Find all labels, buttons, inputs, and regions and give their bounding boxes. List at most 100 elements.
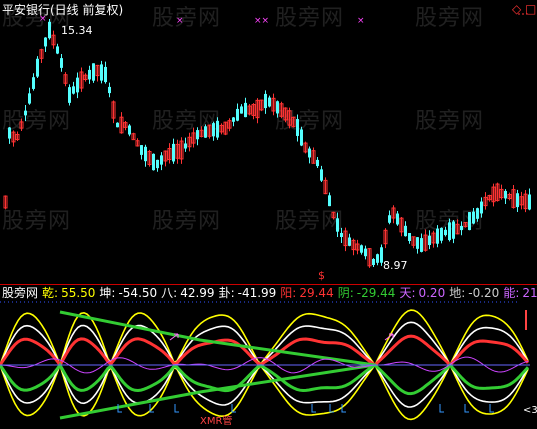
indicator-value-ba: 42.99	[180, 286, 215, 300]
indicator-label-di: 地:	[449, 286, 466, 300]
candle-body	[348, 237, 351, 246]
candle-body	[160, 155, 163, 165]
l-marker	[489, 404, 494, 413]
kun-line	[0, 362, 529, 421]
candle-body	[480, 201, 483, 214]
candle-body	[232, 117, 235, 122]
indicator-name: 股旁网	[2, 286, 39, 300]
candle-body	[264, 93, 267, 109]
candle-body	[48, 21, 51, 39]
chart-window[interactable]: 股旁网 股旁网 股旁网 股旁网 股旁网 股旁网 股旁网 股旁网 股旁网 股旁网 …	[0, 0, 537, 428]
candle-body	[156, 159, 159, 169]
indicator-label-ba: 八:	[161, 286, 178, 300]
candle-body	[320, 169, 323, 181]
candle-body	[528, 194, 531, 210]
candle-body	[108, 86, 111, 94]
indicator-label-neng: 能:	[503, 286, 520, 300]
candle-body	[308, 148, 311, 158]
candle-body	[88, 69, 91, 80]
l-marker	[311, 404, 316, 413]
qian-line	[0, 309, 529, 368]
candle-body	[436, 228, 439, 244]
indicator-value-yin: -29.44	[356, 286, 396, 300]
candle-body	[444, 229, 447, 236]
price-chart[interactable]	[0, 0, 537, 285]
candle-body	[328, 195, 331, 207]
candle-body	[476, 208, 479, 219]
candle-body	[68, 87, 71, 103]
candle-body	[60, 58, 63, 68]
scale-bar	[525, 310, 527, 330]
indicator-chart[interactable]	[0, 300, 537, 428]
stock-title: 平安银行(日线 前复权)	[2, 3, 124, 17]
candle-body	[276, 101, 279, 114]
candle-body	[236, 108, 239, 121]
indicator-bottom-label: XMR管	[200, 416, 233, 427]
candle-body	[24, 110, 27, 116]
candle-body	[144, 146, 147, 162]
indicator-label-tian: 天:	[399, 286, 416, 300]
diamond-icon[interactable]: ◇	[512, 2, 521, 16]
candle-body	[244, 102, 247, 118]
indicator-label-gua: 卦:	[218, 286, 235, 300]
high-price-label: 15.34	[61, 24, 93, 37]
candle-body	[448, 222, 451, 241]
candle-body	[440, 227, 443, 241]
candle-body	[128, 125, 131, 135]
candle-body	[396, 213, 399, 225]
candle-body	[196, 130, 199, 140]
candle-body	[28, 93, 31, 104]
candle-body	[152, 153, 155, 171]
candle-body	[296, 119, 299, 136]
indicator-value-yang: 29.44	[299, 286, 334, 300]
l-marker	[439, 404, 444, 413]
candle-body	[240, 106, 243, 114]
candle-body	[472, 211, 475, 224]
candle-body	[268, 97, 271, 107]
indicator-header: 股旁网 乾: 55.50 坤: -54.50 八: 42.99 卦: -41.9…	[2, 286, 537, 300]
candle-body	[100, 64, 103, 81]
candle-body	[340, 232, 343, 238]
candle-body	[172, 143, 175, 162]
candle-body	[468, 212, 471, 231]
candle-body	[72, 86, 75, 94]
candle-body	[516, 193, 519, 208]
candle-body	[212, 123, 215, 137]
candle-body	[184, 143, 187, 149]
candle-body	[8, 127, 11, 139]
candle-body	[104, 66, 107, 83]
candle-body	[360, 245, 363, 253]
candle-body	[336, 218, 339, 232]
indicator-value-gua: -41.99	[237, 286, 277, 300]
indicator-label-yin: 阴:	[337, 286, 354, 300]
candle-body	[416, 237, 419, 249]
scroll-indicator[interactable]: <3	[523, 404, 537, 418]
candle-body	[404, 225, 407, 237]
candle-body	[428, 235, 431, 246]
candle-body	[376, 254, 379, 263]
event-mark: ×	[39, 14, 47, 24]
panel-divider	[0, 284, 537, 285]
candle-body	[460, 225, 463, 231]
indicator-label-kun: 坤:	[99, 286, 116, 300]
candle-body	[420, 238, 423, 252]
candle-body	[316, 159, 319, 167]
indicator-value-tian: 0.20	[418, 286, 446, 300]
candle-body	[44, 37, 47, 47]
candle-body	[92, 63, 95, 81]
l-marker	[464, 404, 469, 413]
indicator-value-kun: -54.50	[118, 286, 158, 300]
square-icon[interactable]: □	[525, 2, 536, 16]
candle-body	[364, 248, 367, 257]
candle-body	[116, 122, 119, 128]
candle-body	[300, 129, 303, 146]
candle-body	[140, 145, 143, 155]
l-marker	[174, 404, 179, 413]
event-mark: ×	[176, 16, 184, 26]
candle-body	[204, 126, 207, 138]
candle-body	[504, 190, 507, 199]
candle-body	[76, 77, 79, 93]
signal-icon: $	[318, 269, 325, 282]
candle-body	[56, 46, 59, 54]
candle-body	[408, 233, 411, 241]
